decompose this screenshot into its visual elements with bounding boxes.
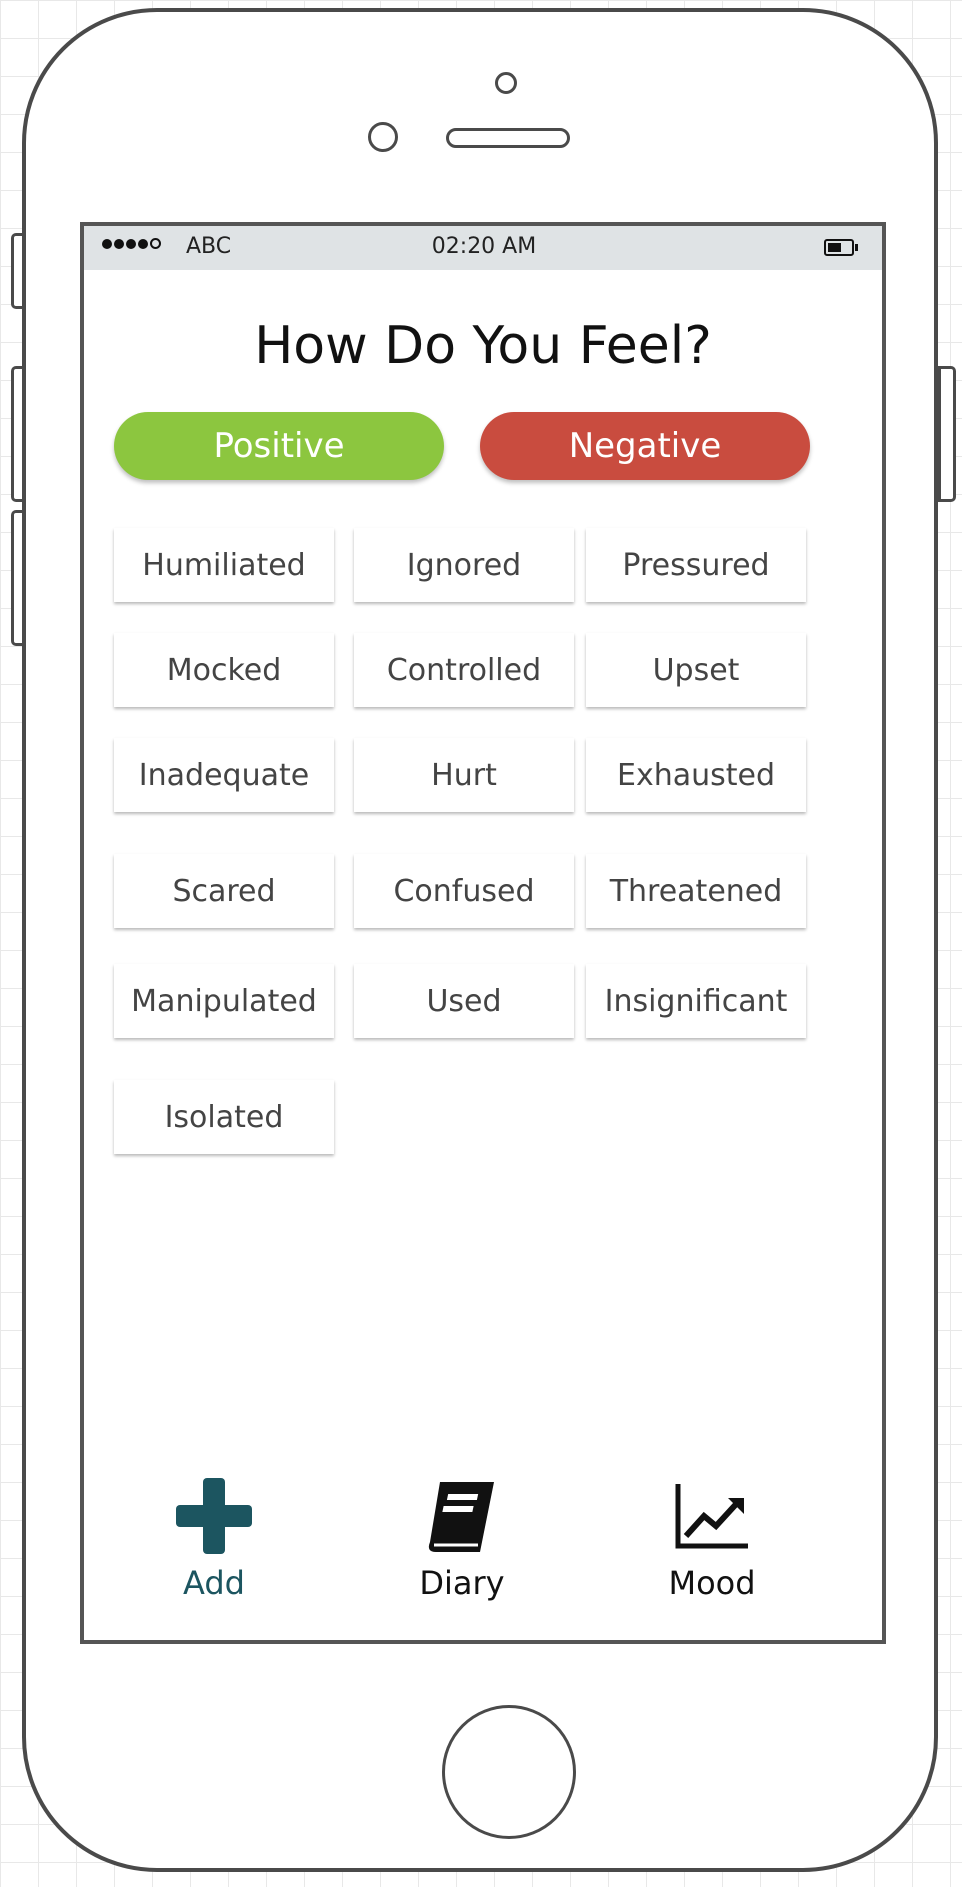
plus-icon [176,1478,252,1554]
home-button[interactable] [442,1705,576,1839]
tab-mood-label: Mood [668,1564,756,1602]
line-chart-icon [675,1484,748,1549]
feeling-chip[interactable]: Mocked [114,633,334,707]
feeling-chip[interactable]: Inadequate [114,738,334,812]
feeling-chip[interactable]: Manipulated [114,964,334,1038]
feeling-chip[interactable]: Used [354,964,574,1038]
feeling-chip[interactable]: Humiliated [114,528,334,602]
negative-button[interactable]: Negative [480,412,810,480]
page-title: How Do You Feel? [254,316,712,376]
tab-add[interactable]: Add [124,1476,304,1602]
tab-add-label: Add [183,1564,245,1602]
book-icon [428,1482,494,1552]
feeling-chip[interactable]: Controlled [354,633,574,707]
tab-mood[interactable]: Mood [622,1476,802,1602]
feeling-chip[interactable]: Threatened [586,854,806,928]
tab-bar: Add Diary Mood [84,1476,882,1616]
tab-diary[interactable]: Diary [372,1476,552,1602]
feeling-chip[interactable]: Upset [586,633,806,707]
earpiece-speaker [446,128,570,148]
positive-button[interactable]: Positive [114,412,444,480]
feeling-chip[interactable]: Insignificant [586,964,806,1038]
feeling-chip[interactable]: Confused [354,854,574,928]
feeling-chip[interactable]: Isolated [114,1080,334,1154]
feeling-chip[interactable]: Scared [114,854,334,928]
feeling-chip[interactable]: Hurt [354,738,574,812]
power-button [938,366,956,502]
status-time: 02:20 AM [431,234,537,259]
signal-strength-icon [102,238,161,249]
feeling-chip[interactable]: Pressured [586,528,806,602]
status-bar: ABC 02:20 AM [84,226,882,270]
battery-icon [824,239,858,256]
tab-diary-label: Diary [419,1564,505,1602]
app-screen: ABC 02:20 AM How Do You Feel? Positive N… [80,222,886,1644]
feeling-chip[interactable]: Ignored [354,528,574,602]
front-camera [495,72,517,94]
carrier-name: ABC [186,234,232,259]
feeling-chip[interactable]: Exhausted [586,738,806,812]
proximity-sensor [368,122,398,152]
